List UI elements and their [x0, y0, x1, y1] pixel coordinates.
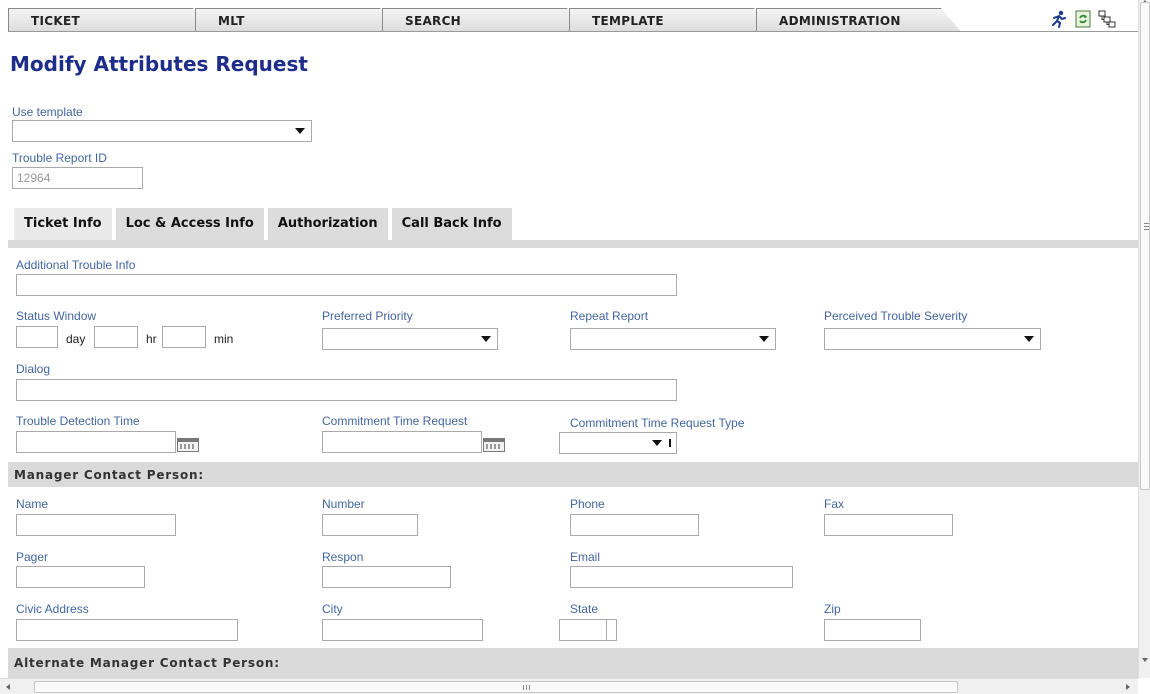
manager-contact-section-header: Manager Contact Person: — [8, 462, 1138, 487]
number-field[interactable] — [322, 514, 418, 536]
phone-field[interactable] — [570, 514, 699, 536]
additional-trouble-info-field[interactable] — [16, 274, 677, 296]
top-navigation: TICKET MLT SEARCH TEMPLATE ADMINISTRATIO… — [0, 0, 1138, 34]
calendar-icon[interactable] — [483, 438, 505, 452]
state-select[interactable] — [559, 619, 617, 641]
name-field[interactable] — [16, 514, 176, 536]
commitment-time-request-label: Commitment Time Request — [322, 414, 468, 428]
civic-address-label: Civic Address — [16, 602, 89, 616]
commitment-time-request-type-select[interactable] — [559, 432, 677, 454]
subtab-loc-access-info[interactable]: Loc & Access Info — [115, 208, 264, 240]
section-divider — [8, 240, 1138, 248]
zip-label: Zip — [824, 602, 841, 616]
trouble-report-id-field[interactable] — [12, 167, 143, 189]
tab-administration[interactable]: ADMINISTRATION — [756, 8, 961, 32]
horizontal-scrollbar[interactable] — [0, 678, 1138, 694]
subtab-call-back-info[interactable]: Call Back Info — [391, 208, 512, 240]
subtab-authorization[interactable]: Authorization — [267, 208, 388, 240]
chevron-down-icon — [295, 128, 305, 134]
tab-ticket[interactable]: TICKET — [8, 8, 213, 32]
tab-label: TEMPLATE — [592, 14, 664, 28]
tab-label: ADMINISTRATION — [779, 14, 901, 28]
respon-label: Respon — [322, 550, 364, 564]
respon-field[interactable] — [322, 566, 451, 588]
pager-label: Pager — [16, 550, 49, 564]
chevron-down-icon — [759, 336, 769, 342]
grip-icon — [1144, 223, 1149, 231]
section-title: Manager Contact Person: — [14, 468, 204, 482]
use-template-label: Use template — [12, 105, 83, 119]
runner-icon[interactable] — [1050, 10, 1068, 28]
email-field[interactable] — [570, 566, 793, 588]
repeat-report-label: Repeat Report — [570, 309, 649, 323]
form-content: Modify Attributes Request Use template T… — [8, 34, 1138, 678]
state-label: State — [570, 602, 599, 616]
trouble-detection-time-label: Trouble Detection Time — [16, 414, 140, 428]
commitment-time-request-field[interactable] — [322, 431, 482, 453]
scroll-right-icon[interactable] — [1126, 684, 1130, 690]
city-label: City — [322, 602, 343, 616]
toolbar-icons — [1050, 10, 1116, 28]
repeat-report-select[interactable] — [570, 328, 776, 350]
subtab-strip: Ticket Info Loc & Access Info Authorizat… — [14, 208, 512, 240]
fax-label: Fax — [824, 497, 845, 511]
additional-trouble-info-label: Additional Trouble Info — [16, 258, 136, 272]
tab-template[interactable]: TEMPLATE — [569, 8, 774, 32]
civic-address-field[interactable] — [16, 619, 238, 641]
fax-field[interactable] — [824, 514, 953, 536]
tab-label: TICKET — [31, 14, 80, 28]
horizontal-scroll-thumb[interactable] — [34, 681, 958, 693]
scroll-down-icon[interactable] — [1142, 658, 1148, 662]
preferred-priority-select[interactable] — [322, 328, 498, 350]
status-window-label: Status Window — [16, 309, 97, 323]
preferred-priority-label: Preferred Priority — [322, 309, 413, 323]
tab-search[interactable]: SEARCH — [382, 8, 587, 32]
zip-field[interactable] — [824, 619, 921, 641]
perceived-trouble-severity-select[interactable] — [824, 328, 1041, 350]
vertical-scrollbar[interactable] — [1138, 0, 1150, 678]
tab-label: MLT — [218, 14, 245, 28]
nav-divider — [8, 31, 1138, 32]
resize-handle — [669, 439, 671, 447]
subtab-ticket-info[interactable]: Ticket Info — [14, 208, 112, 240]
trouble-report-id-label: Trouble Report ID — [12, 151, 107, 165]
status-window-day-field[interactable] — [16, 326, 58, 348]
trouble-detection-time-field[interactable] — [16, 431, 176, 453]
vertical-scroll-thumb[interactable] — [1140, 2, 1150, 490]
dialog-field[interactable] — [16, 379, 677, 401]
alternate-manager-contact-section-header: Alternate Manager Contact Person: — [8, 648, 1138, 678]
status-window-min-field[interactable] — [162, 326, 206, 348]
main-tab-strip: TICKET MLT SEARCH TEMPLATE ADMINISTRATIO… — [8, 8, 943, 32]
tab-mlt[interactable]: MLT — [195, 8, 400, 32]
perceived-trouble-severity-label: Perceived Trouble Severity — [824, 309, 968, 323]
chevron-down-icon — [481, 336, 491, 342]
commitment-time-request-type-label: Commitment Time Request Type — [570, 416, 745, 430]
dialog-label: Dialog — [16, 362, 51, 376]
name-label: Name — [16, 497, 49, 511]
tab-label: SEARCH — [405, 14, 462, 28]
pager-field[interactable] — [16, 566, 145, 588]
page-title: Modify Attributes Request — [10, 52, 308, 76]
refresh-icon[interactable] — [1074, 10, 1092, 28]
section-title: Alternate Manager Contact Person: — [14, 656, 280, 670]
min-unit: min — [214, 332, 234, 346]
use-template-select[interactable] — [12, 120, 312, 142]
phone-label: Phone — [570, 497, 605, 511]
hierarchy-icon[interactable] — [1098, 10, 1116, 28]
chevron-down-icon — [652, 440, 662, 446]
day-unit: day — [66, 332, 86, 346]
grip-icon — [523, 685, 531, 690]
number-label: Number — [322, 497, 365, 511]
status-window-hr-field[interactable] — [94, 326, 138, 348]
email-label: Email — [570, 550, 601, 564]
scroll-left-icon[interactable] — [6, 684, 10, 690]
chevron-down-icon — [1024, 336, 1034, 342]
select-divider — [606, 620, 607, 640]
city-field[interactable] — [322, 619, 483, 641]
hr-unit: hr — [146, 332, 157, 346]
calendar-icon[interactable] — [177, 438, 199, 452]
